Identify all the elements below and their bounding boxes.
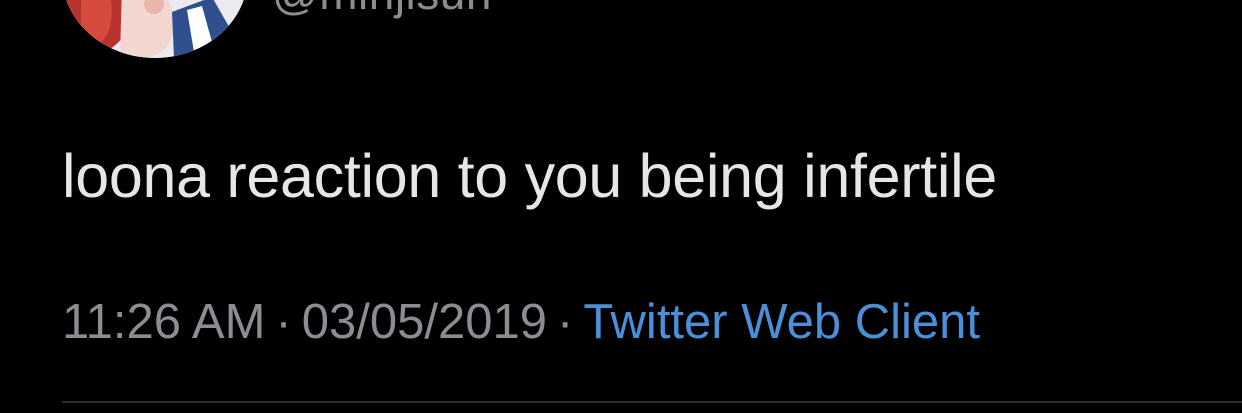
tweet-time[interactable]: 11:26 AM <box>62 295 265 349</box>
meta-separator: · <box>556 295 574 349</box>
tweet-date[interactable]: 03/05/2019 <box>302 295 547 349</box>
user-handle[interactable]: @minjisun <box>272 0 492 16</box>
meta-separator: · <box>275 295 292 349</box>
tweet-text: loona reaction to you being infertile <box>62 142 998 210</box>
divider <box>62 401 1242 403</box>
avatar-image <box>62 0 248 58</box>
tweet-meta: 11:26 AM · 03/05/2019 · Twitter Web Client <box>62 294 980 350</box>
avatar[interactable] <box>62 0 248 58</box>
tweet-source-link[interactable]: Twitter Web Client <box>583 295 980 349</box>
